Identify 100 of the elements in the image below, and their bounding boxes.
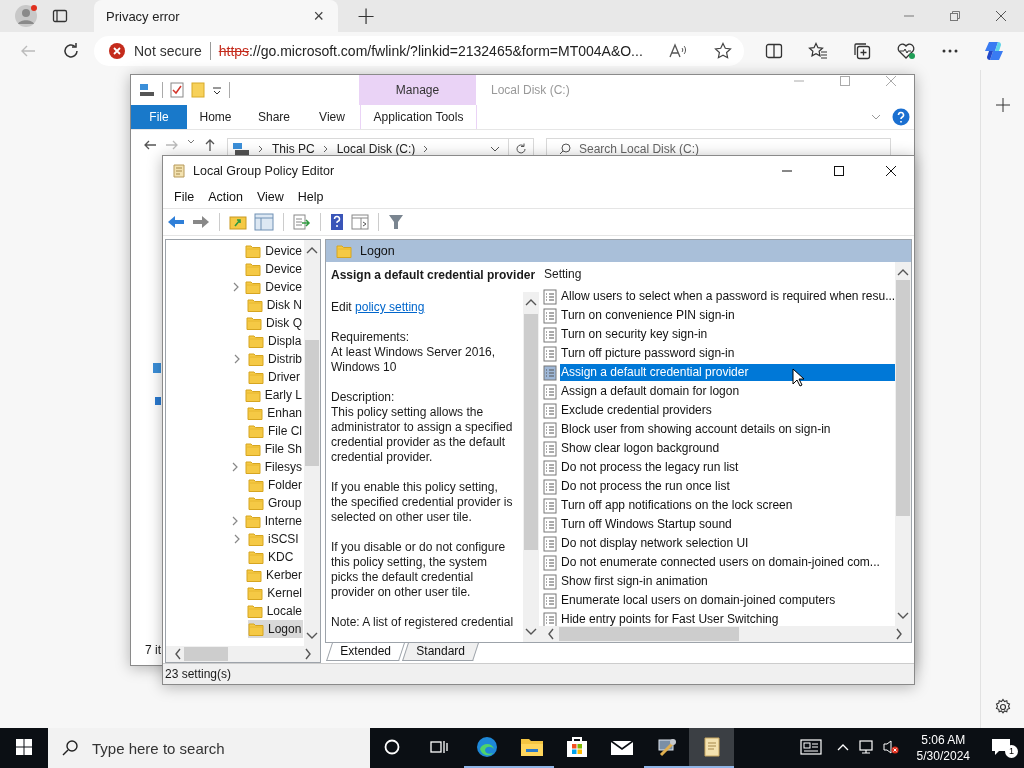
tree-item[interactable]: Filesys xyxy=(244,458,304,476)
breadcrumb-item[interactable]: This PC xyxy=(272,141,315,156)
clock-button[interactable]: 5:06 AM 5/30/2024 xyxy=(908,732,978,764)
menu-item[interactable]: File xyxy=(167,190,202,204)
help-icon[interactable] xyxy=(892,108,910,126)
scrollbar-thumb[interactable] xyxy=(896,280,910,516)
checklist-icon[interactable] xyxy=(170,82,184,98)
menu-item[interactable]: View xyxy=(249,190,291,204)
chevron-up-icon[interactable] xyxy=(836,743,849,751)
vertical-scrollbar[interactable] xyxy=(895,262,911,626)
profile-icon[interactable] xyxy=(14,4,38,28)
setting-item[interactable]: Do not process the run once list xyxy=(560,478,895,495)
tree-item[interactable]: Interne xyxy=(244,512,304,530)
read-aloud-icon[interactable] xyxy=(668,43,688,59)
setting-item[interactable]: Turn on security key sign-in xyxy=(560,326,895,343)
browser-icon[interactable] xyxy=(474,735,499,759)
news-icon[interactable] xyxy=(799,739,822,755)
tree-item[interactable]: Disk Q xyxy=(246,314,304,332)
setting-item[interactable]: Turn off app notifications on the lock screen xyxy=(560,497,895,514)
export-list-icon[interactable] xyxy=(293,214,311,230)
star-icon[interactable] xyxy=(714,42,732,60)
tree-item[interactable]: iSCSI xyxy=(248,530,301,548)
tree-item[interactable]: Group xyxy=(248,494,304,512)
restore-icon[interactable] xyxy=(949,10,961,22)
scrollbar-thumb[interactable] xyxy=(184,647,228,661)
heart-pulse-icon[interactable] xyxy=(896,42,916,60)
tree-item[interactable]: KDC xyxy=(248,548,296,566)
setting-item[interactable]: Assign a default domain for logon xyxy=(560,383,895,400)
setting-item[interactable]: Show first sign-in animation xyxy=(560,573,895,590)
close-icon[interactable] xyxy=(885,165,897,177)
tree-item[interactable]: Device xyxy=(245,260,304,278)
scrollbar-thumb[interactable] xyxy=(559,627,739,641)
refresh-icon[interactable] xyxy=(61,42,80,60)
vertical-scrollbar[interactable] xyxy=(523,292,539,642)
dropdown-icon[interactable] xyxy=(490,144,500,153)
computer-icon[interactable] xyxy=(139,83,155,97)
tree-toggle-icon[interactable] xyxy=(254,213,274,231)
add-icon[interactable] xyxy=(995,98,1010,112)
volume-muted-icon[interactable] xyxy=(882,739,899,755)
ribbon-tab[interactable]: File xyxy=(131,105,187,129)
up-arrow-icon[interactable] xyxy=(203,138,217,152)
address-bar[interactable]: Not secure https://go.microsoft.com/fwlink/?linkid=2132465&form=MT004A&O... xyxy=(94,36,744,66)
breadcrumb-item[interactable]: Local Disk (C:) xyxy=(336,141,416,156)
ribbon-tab[interactable]: Application Tools xyxy=(360,105,477,129)
tree-item[interactable]: File Sh xyxy=(244,440,304,458)
menu-item[interactable]: Help xyxy=(290,190,331,204)
help-icon[interactable] xyxy=(330,213,344,231)
notification-icon[interactable] xyxy=(991,738,1011,756)
tree-item[interactable]: Enhan xyxy=(247,404,304,422)
circle-icon[interactable] xyxy=(384,739,400,755)
folder-icon[interactable] xyxy=(519,737,544,757)
setting-item[interactable]: Hide entry points for Fast User Switching xyxy=(560,611,895,626)
new-tab-button[interactable]: + xyxy=(350,1,383,31)
setting-item[interactable]: Block user from showing account details on sign-in xyxy=(560,421,895,438)
setting-item[interactable]: Enumerate local users on domain-joined computers xyxy=(560,592,895,609)
horizontal-scrollbar[interactable] xyxy=(166,646,320,662)
view-tab[interactable]: Extended xyxy=(326,643,405,661)
more-icon[interactable] xyxy=(941,48,959,54)
split-screen-icon[interactable] xyxy=(765,43,783,59)
security-label[interactable]: Not secure xyxy=(134,43,202,59)
tree-item[interactable]: Kernel xyxy=(247,584,304,602)
store-bag-icon[interactable] xyxy=(564,735,589,759)
scrollbar-thumb[interactable] xyxy=(524,314,538,550)
tree-item[interactable]: Folder xyxy=(248,476,304,494)
taskbar-app-button[interactable] xyxy=(689,728,734,768)
tree-item[interactable]: Locale xyxy=(246,602,304,620)
task-view-icon[interactable] xyxy=(430,739,448,755)
collections-icon[interactable] xyxy=(853,42,871,60)
horizontal-scrollbar[interactable] xyxy=(539,626,911,642)
windows-logo-icon[interactable] xyxy=(16,739,32,755)
folder-up-icon[interactable] xyxy=(229,214,247,230)
copilot-icon[interactable] xyxy=(982,39,1006,63)
favorites-icon[interactable] xyxy=(808,42,828,60)
tab-close-button[interactable]: × xyxy=(311,5,326,27)
tree-item[interactable]: Device xyxy=(245,242,304,260)
tree-item[interactable]: Kerber xyxy=(245,566,304,584)
menu-item[interactable]: Action xyxy=(201,190,250,204)
scrollbar-thumb[interactable] xyxy=(305,340,319,466)
column-header[interactable]: Setting xyxy=(543,265,895,284)
forward-arrow-icon[interactable] xyxy=(192,215,210,229)
tree-item[interactable]: Distrib xyxy=(248,350,304,368)
setting-item[interactable]: Do not display network selection UI xyxy=(560,535,895,552)
tree-item[interactable]: Logon xyxy=(248,620,304,638)
view-tab[interactable]: Standard xyxy=(401,643,479,661)
tree-item[interactable]: File Cl xyxy=(248,422,304,440)
setting-item[interactable]: Assign a default credential provider xyxy=(560,364,895,381)
network-icon[interactable] xyxy=(858,739,875,755)
setting-item[interactable]: Show clear logon background xyxy=(560,440,895,457)
search-input[interactable]: Type here to search xyxy=(92,729,370,767)
setting-item[interactable]: Turn on convenience PIN sign-in xyxy=(560,307,895,324)
tree-item[interactable]: Device xyxy=(245,278,304,296)
setting-item[interactable]: Allow users to select when a password is required when resu... xyxy=(560,288,895,305)
tree-item[interactable]: Disk N xyxy=(246,296,304,314)
tab-actions-icon[interactable] xyxy=(52,8,68,24)
dropdown-icon[interactable] xyxy=(212,85,222,95)
maximize-icon[interactable] xyxy=(833,165,845,177)
setting-item[interactable]: Do not enumerate connected users on domain-joined com... xyxy=(560,554,895,571)
taskbar-search-field[interactable]: Type here to search xyxy=(48,728,370,768)
settings-icon[interactable] xyxy=(993,698,1012,716)
tree-item[interactable]: Driver xyxy=(248,368,302,386)
